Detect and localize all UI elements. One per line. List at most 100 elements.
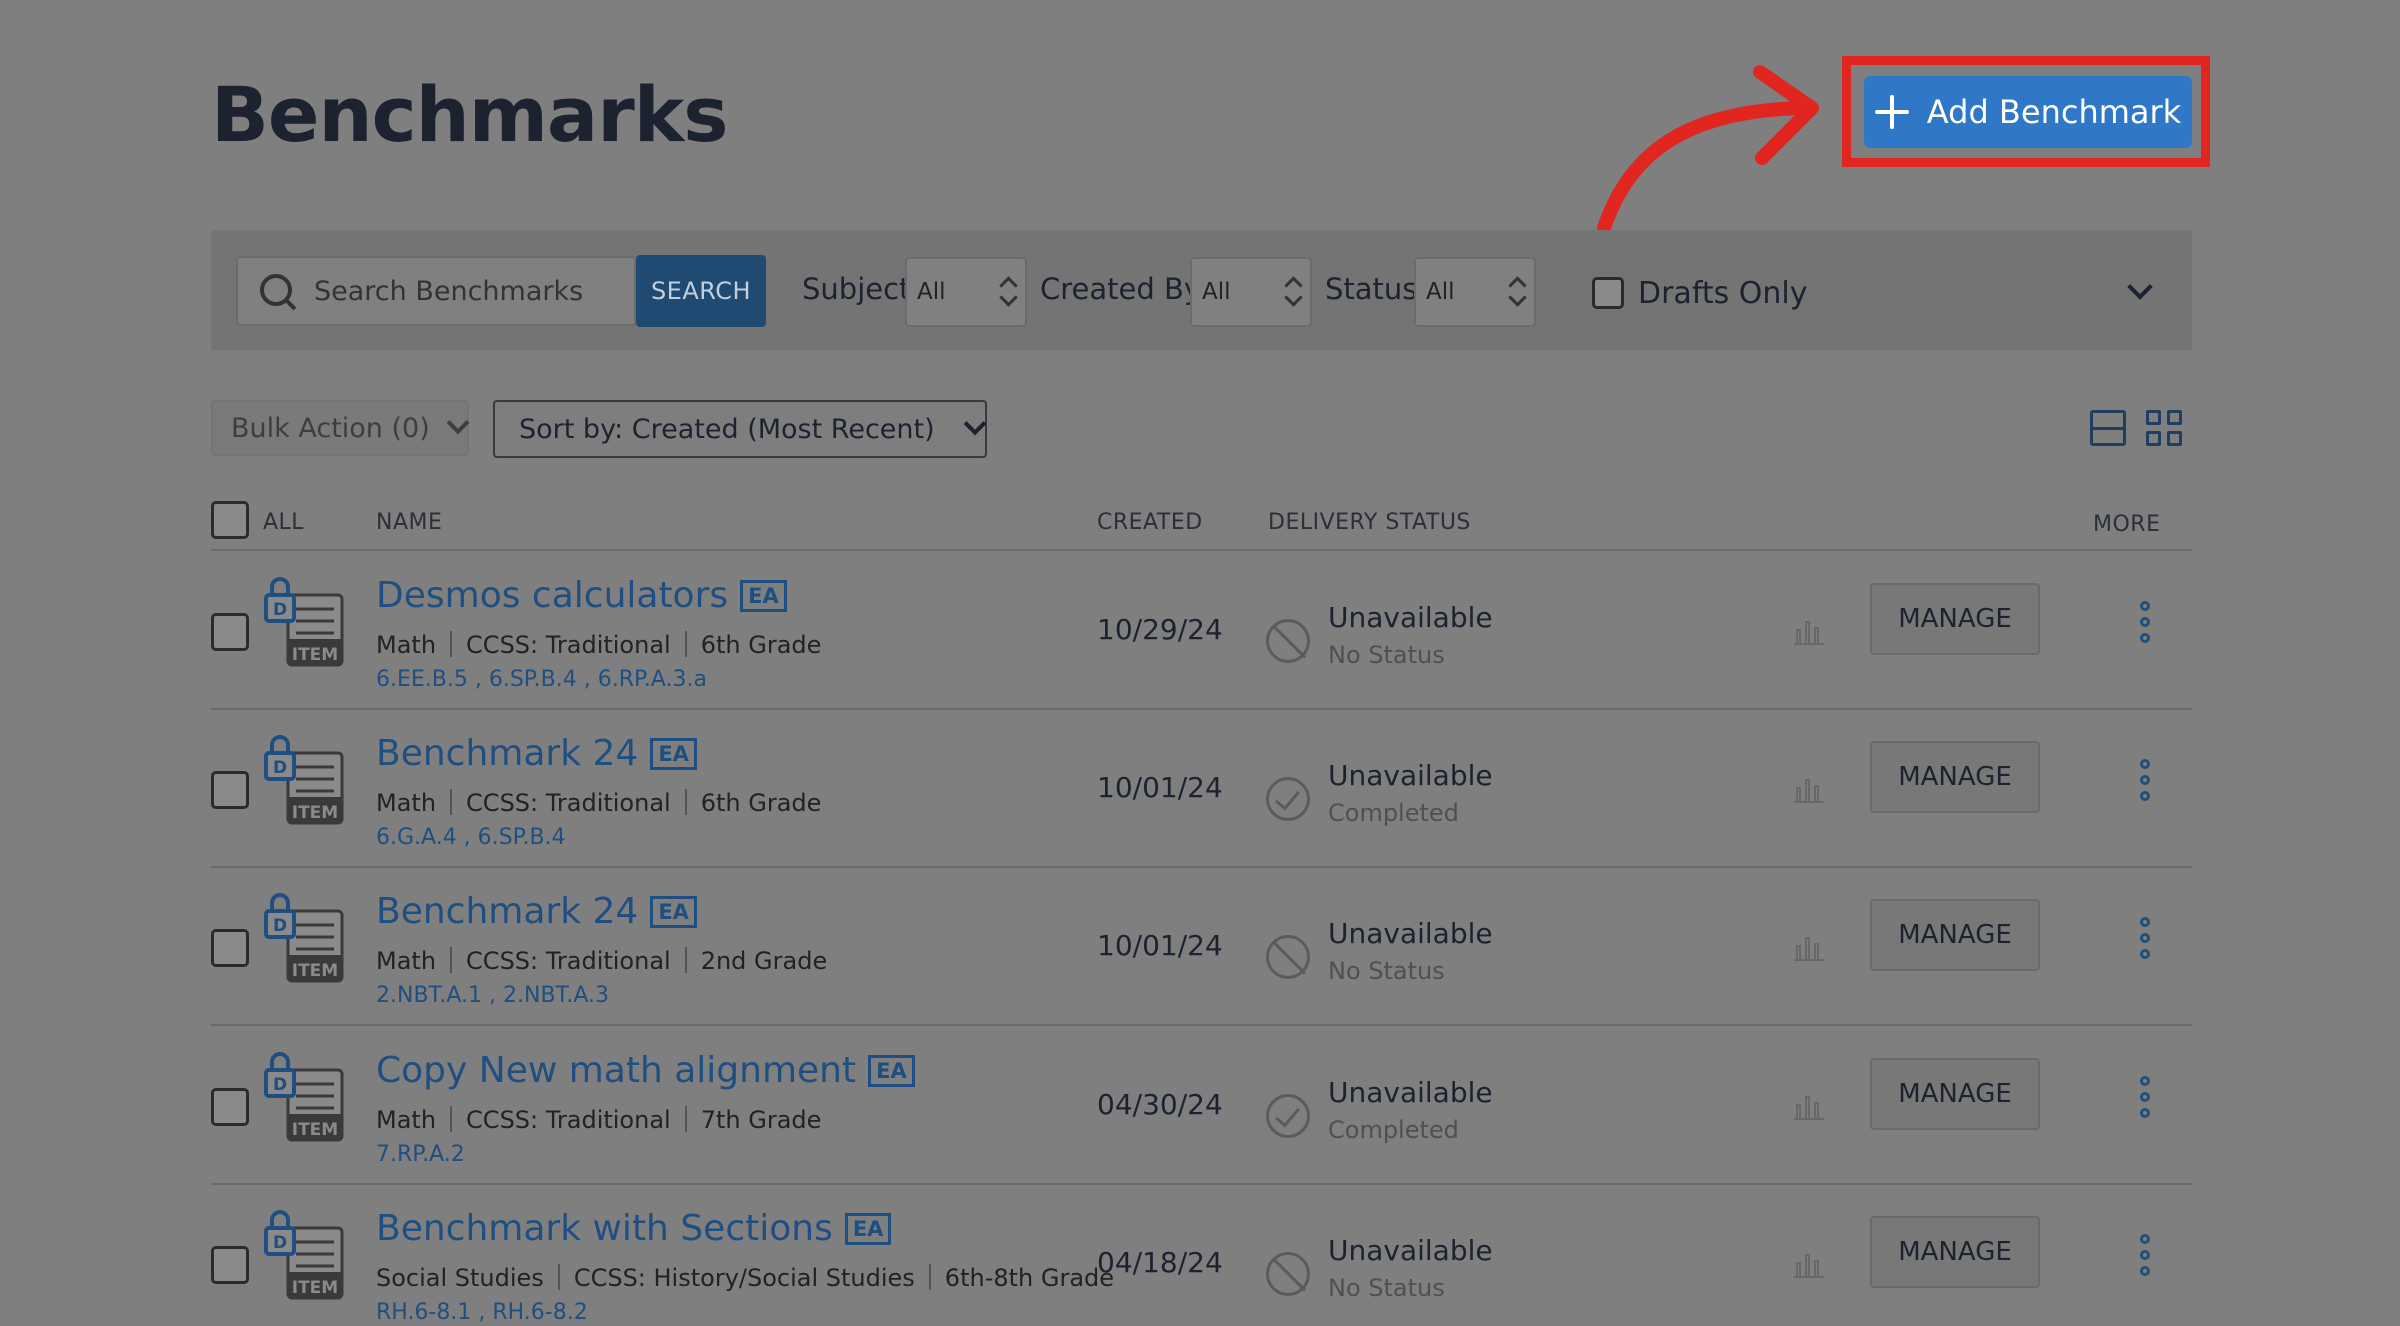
created-by-select-value: All (1202, 279, 1231, 305)
delivery-status-detail: Completed (1328, 799, 1459, 827)
standards-links[interactable]: 2.NBT.A.1 , 2.NBT.A.3 (376, 983, 609, 1008)
select-all-checkbox[interactable] (211, 501, 249, 539)
benchmark-meta: Math CCSS: Traditional 6th Grade (376, 631, 821, 659)
more-options-icon[interactable] (2138, 759, 2152, 803)
ban-icon (1266, 619, 1310, 663)
ea-badge: EA (650, 896, 697, 928)
search-input[interactable]: Search Benchmarks (236, 256, 636, 326)
plus-icon (1874, 95, 1909, 129)
bar-chart-icon[interactable] (1794, 773, 1824, 803)
row-checkbox[interactable] (211, 613, 249, 651)
bulk-action-dropdown[interactable]: Bulk Action (0) (211, 400, 470, 456)
locked-item-icon: ITEM D (264, 893, 344, 983)
bar-chart-icon[interactable] (1794, 1248, 1824, 1278)
locked-item-icon: ITEM D (264, 1052, 344, 1142)
select-arrows-icon (999, 277, 1017, 309)
benchmark-name: Benchmark 24 (376, 891, 639, 932)
manage-button[interactable]: MANAGE (1870, 741, 2040, 813)
status-select[interactable]: All (1414, 257, 1536, 327)
benchmark-name-link[interactable]: Benchmark 24 EA (376, 891, 697, 932)
more-options-icon[interactable] (2138, 1076, 2152, 1120)
manage-button[interactable]: MANAGE (1870, 1058, 2040, 1130)
subject: Math (376, 947, 437, 975)
svg-text:ITEM: ITEM (292, 1278, 338, 1298)
manage-button[interactable]: MANAGE (1870, 583, 2040, 655)
sort-dropdown[interactable]: Sort by: Created (Most Recent) (493, 400, 987, 458)
framework: CCSS: Traditional (466, 631, 671, 659)
subject-select[interactable]: All (905, 257, 1027, 327)
grade: 7th Grade (700, 1106, 822, 1134)
status-label: Status (1325, 272, 1418, 306)
standards-links[interactable]: 6.G.A.4 , 6.SP.B.4 (376, 825, 566, 850)
grid-view-icon[interactable] (2146, 410, 2182, 446)
ban-icon (1266, 935, 1310, 979)
subject: Math (376, 789, 437, 817)
manage-button[interactable]: MANAGE (1870, 899, 2040, 971)
delivery-status-detail: Completed (1328, 1116, 1459, 1144)
grade: 2nd Grade (700, 947, 828, 975)
svg-text:D: D (273, 916, 287, 936)
svg-text:ITEM: ITEM (292, 803, 338, 823)
select-arrows-icon (1284, 277, 1302, 309)
column-header-name: NAME (376, 510, 443, 535)
benchmark-name-link[interactable]: Desmos calculators EA (376, 575, 787, 616)
sort-label: Sort by: Created (Most Recent) (519, 413, 935, 445)
more-options-icon[interactable] (2138, 601, 2152, 645)
grade: 6th-8th Grade (944, 1264, 1115, 1292)
benchmark-name-link[interactable]: Benchmark 24 EA (376, 733, 697, 774)
select-arrows-icon (1508, 277, 1526, 309)
table-row: ITEM D Desmos calculators EA Math CCSS: Tr… (0, 551, 2400, 709)
list-view-icon[interactable] (2090, 410, 2126, 446)
bar-chart-icon[interactable] (1794, 931, 1824, 961)
row-checkbox[interactable] (211, 1088, 249, 1126)
bulk-action-label: Bulk Action (0) (231, 412, 430, 444)
annotation-arrow-icon (1597, 65, 1819, 235)
standards-links[interactable]: 7.RP.A.2 (376, 1142, 465, 1167)
add-benchmark-button[interactable]: Add Benchmark (1864, 76, 2192, 148)
delivery-status: Unavailable (1328, 917, 1493, 950)
row-checkbox[interactable] (211, 929, 249, 967)
row-checkbox[interactable] (211, 771, 249, 809)
ea-badge: EA (868, 1055, 915, 1087)
ea-badge: EA (650, 738, 697, 770)
benchmark-name-link[interactable]: Copy New math alignment EA (376, 1050, 915, 1091)
check-circle-icon (1266, 777, 1310, 821)
svg-text:D: D (273, 1233, 287, 1253)
search-button[interactable]: SEARCH (636, 255, 766, 327)
created-by-select[interactable]: All (1190, 257, 1312, 327)
manage-button[interactable]: MANAGE (1870, 1216, 2040, 1288)
ea-badge: EA (844, 1213, 892, 1245)
more-options-icon[interactable] (2138, 1234, 2152, 1278)
column-header-all: ALL (263, 510, 305, 535)
benchmark-name: Desmos calculators (376, 575, 729, 616)
drafts-only-label: Drafts Only (1638, 276, 1808, 311)
locked-item-icon: ITEM D (264, 1210, 344, 1300)
search-icon (258, 272, 296, 310)
delivery-status: Unavailable (1328, 1234, 1493, 1267)
standards-links[interactable]: 6.EE.B.5 , 6.SP.B.4 , 6.RP.A.3.a (376, 667, 707, 692)
delivery-status: Unavailable (1328, 601, 1493, 634)
created-date: 10/01/24 (1097, 929, 1223, 962)
more-options-icon[interactable] (2138, 917, 2152, 961)
column-header-delivery-status: DELIVERY STATUS (1268, 510, 1471, 535)
benchmark-name: Benchmark with Sections (376, 1208, 833, 1249)
drafts-only-checkbox[interactable] (1592, 277, 1624, 309)
row-checkbox[interactable] (211, 1246, 249, 1284)
search-placeholder: Search Benchmarks (314, 275, 584, 307)
svg-text:ITEM: ITEM (292, 1120, 338, 1140)
subject-label: Subject (802, 272, 911, 306)
benchmark-name-link[interactable]: Benchmark with Sections EA (376, 1208, 892, 1249)
table-row: ITEM D Benchmark 24 EA Math CCSS: Traditio… (0, 709, 2400, 867)
chevron-down-icon (963, 412, 986, 436)
subject: Social Studies (376, 1264, 544, 1292)
created-date: 04/18/24 (1097, 1246, 1223, 1279)
standards-links[interactable]: RH.6-8.1 , RH.6-8.2 (376, 1300, 588, 1325)
table-row: ITEM D Benchmark 24 EA Math CCSS: Traditio… (0, 867, 2400, 1025)
bar-chart-icon[interactable] (1794, 1090, 1824, 1120)
locked-item-icon: ITEM D (264, 577, 344, 667)
table-row: ITEM D Benchmark with Sections EA Social … (0, 1184, 2400, 1326)
subject-select-value: All (917, 279, 946, 305)
svg-text:D: D (273, 1075, 287, 1095)
delivery-status-detail: No Status (1328, 641, 1445, 669)
bar-chart-icon[interactable] (1794, 615, 1824, 645)
